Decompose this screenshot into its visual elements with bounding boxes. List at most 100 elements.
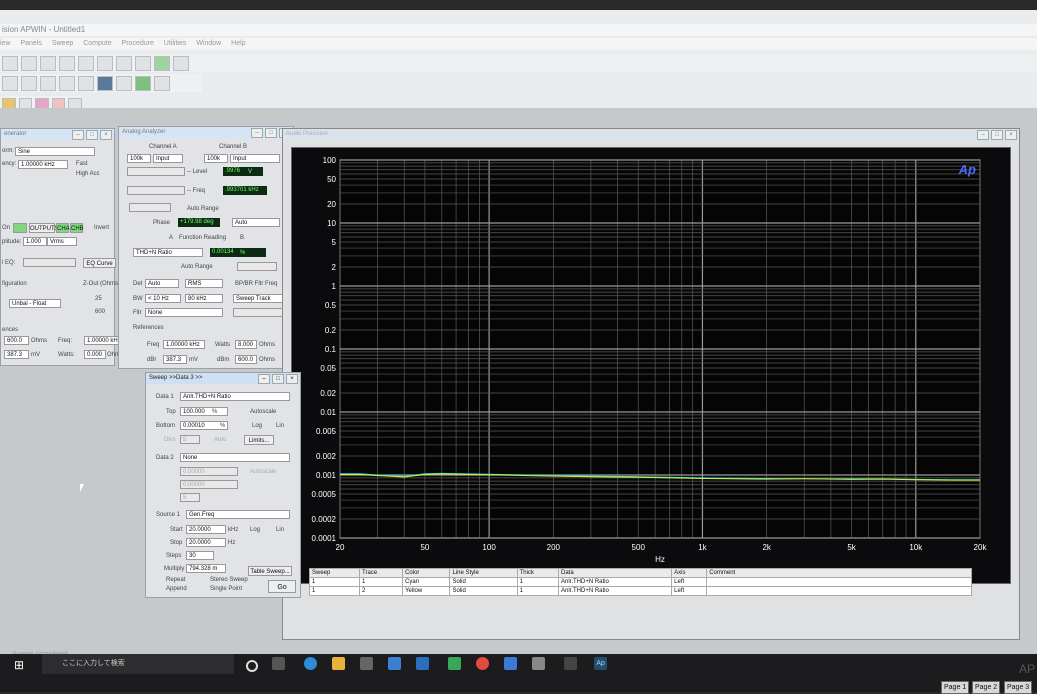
phase-auto-select[interactable]: Auto — [232, 218, 280, 227]
ie-icon[interactable] — [388, 657, 401, 670]
menu-view[interactable]: iew — [0, 40, 11, 47]
highacc-radio[interactable]: High Acc — [76, 171, 100, 177]
sweep-log-radio[interactable]: Log — [250, 527, 260, 533]
amplitude-unit[interactable]: Vrms — [47, 237, 77, 246]
taskbar-search-input[interactable]: ここに入力して検索 — [42, 654, 234, 674]
phase-unit-select[interactable] — [129, 203, 171, 212]
start-input[interactable]: 20.0000 — [186, 525, 226, 534]
plugin-icon[interactable] — [564, 657, 577, 670]
menu-help[interactable]: Help — [231, 40, 245, 47]
minimize-icon[interactable]: – — [72, 130, 84, 140]
cha-input-select[interactable]: Input — [153, 154, 183, 163]
top2-input[interactable]: 0.00000 — [180, 467, 238, 476]
toolbar-doc-icon[interactable] — [173, 55, 189, 71]
toolbar-copy-icon[interactable] — [116, 55, 132, 71]
legend-cell[interactable] — [706, 586, 972, 596]
ref-mv-input[interactable]: 387.3 — [4, 350, 29, 359]
log-radio[interactable]: Log — [252, 423, 262, 429]
data1-select[interactable]: Anlr.THD+N Ratio — [180, 392, 290, 401]
menu-window[interactable]: Window — [196, 40, 221, 47]
limits-button[interactable]: Limits... — [244, 435, 274, 445]
amplitude-input[interactable]: 1.000 — [23, 237, 47, 246]
repeat-checkbox[interactable]: Repeat — [166, 577, 185, 583]
reading-a-radio[interactable]: A — [169, 235, 173, 241]
function-select[interactable]: THD+N Ratio — [133, 248, 203, 257]
detector-select[interactable]: Auto — [145, 279, 179, 288]
menu-panels[interactable]: Panels — [20, 40, 41, 47]
eq-curve-button[interactable]: EQ Curve — [83, 258, 116, 268]
toolbar-undo-icon[interactable] — [78, 55, 94, 71]
toolbar-list-icon[interactable] — [2, 75, 18, 91]
autorange-checkbox[interactable]: Auto Range — [187, 206, 219, 212]
chb-button[interactable]: CHB — [70, 223, 84, 233]
close-icon[interactable]: × — [100, 130, 112, 140]
menu-procedure[interactable]: Procedure — [122, 40, 154, 47]
autorange2-select[interactable] — [237, 262, 277, 271]
table-sweep-button[interactable]: Table Sweep... — [248, 566, 292, 576]
maximize-icon[interactable]: □ — [86, 130, 98, 140]
file-explorer-icon[interactable] — [332, 657, 345, 670]
toolbar-graph-icon[interactable] — [97, 75, 113, 91]
lin-radio[interactable]: Lin — [276, 423, 284, 429]
toolbar-green-icon[interactable] — [154, 55, 170, 71]
zout-25-radio[interactable]: 25 — [95, 296, 102, 302]
toolbar-meter-icon[interactable] — [40, 75, 56, 91]
zout-600-radio[interactable]: 600 — [95, 309, 105, 315]
data2-select[interactable]: None — [180, 453, 290, 462]
task-view-icon[interactable] — [272, 657, 285, 670]
menu-utilities[interactable]: Utilities — [164, 40, 187, 47]
cha-freq-unit-select[interactable] — [127, 186, 185, 195]
toolbar-filter-icon[interactable] — [21, 75, 37, 91]
cha-button[interactable]: CHA — [56, 223, 70, 233]
excel-icon[interactable] — [448, 657, 461, 670]
bottom2-input[interactable]: 0.00000 — [180, 480, 238, 489]
divs-input[interactable]: 5 — [180, 435, 200, 444]
legend-cell[interactable] — [706, 577, 972, 587]
outlook-icon[interactable] — [504, 657, 517, 670]
bw-low-select[interactable]: < 10 Hz — [145, 294, 181, 303]
ref-ohms-input[interactable]: 600.0 — [4, 336, 29, 345]
go-button[interactable]: Go — [268, 580, 296, 593]
autorange2-checkbox[interactable]: Auto Range — [181, 264, 213, 270]
cha-level-unit-select[interactable] — [127, 167, 185, 176]
store-icon[interactable] — [360, 657, 373, 670]
outputs-button[interactable]: OUTPUTS — [29, 223, 59, 233]
apwin-icon[interactable]: Ap — [594, 657, 607, 670]
sweep-track-select[interactable]: Sweep Track — [233, 294, 283, 303]
divs2-input[interactable]: 5 — [180, 493, 200, 502]
page-1-tab[interactable]: Page 1 — [941, 681, 970, 694]
toolbar-cut-icon[interactable] — [97, 55, 113, 71]
toolbar-paste-icon[interactable] — [135, 55, 151, 71]
steps-input[interactable]: 30 — [186, 551, 214, 560]
legend-cell[interactable]: Solid — [449, 586, 518, 596]
toolbar-gen-icon[interactable] — [2, 55, 18, 71]
cha-range-select[interactable]: 100k — [127, 154, 151, 163]
waveform-select[interactable]: Sine — [15, 147, 95, 156]
legend-cell[interactable]: Left — [671, 586, 708, 596]
cortana-icon[interactable] — [246, 660, 258, 672]
toolbar-arrow-icon[interactable] — [59, 75, 75, 91]
configuration-select[interactable]: Unbal - Float — [9, 299, 61, 308]
filter-freq-input[interactable] — [233, 308, 283, 317]
bw-high-select[interactable]: 80 kHz — [185, 294, 223, 303]
autoscale2-checkbox[interactable]: Autoscale — [250, 469, 276, 475]
mail-icon[interactable] — [416, 657, 429, 670]
windows-start-icon[interactable]: ⊞ — [14, 658, 27, 672]
app-icon[interactable] — [532, 657, 545, 670]
minimize-icon[interactable]: – — [977, 130, 989, 140]
watts-input[interactable]: 8.000 — [235, 340, 257, 349]
legend-cell[interactable]: 1 — [516, 586, 559, 596]
watts-input[interactable]: 0.000 — [84, 350, 106, 359]
toolbar-table-icon[interactable] — [116, 75, 132, 91]
legend-cell[interactable]: Left — [671, 577, 708, 587]
append-checkbox[interactable]: Append — [166, 586, 187, 592]
stereo-sweep-checkbox[interactable]: Stereo Sweep — [210, 577, 248, 583]
top-input[interactable]: 100.000 — [180, 407, 228, 416]
auto-checkbox[interactable]: Auto — [214, 437, 226, 443]
legend-cell[interactable]: 1 — [516, 577, 559, 587]
toolbar-play-icon[interactable] — [78, 75, 94, 91]
toolbar-open-icon[interactable] — [21, 55, 37, 71]
fast-radio[interactable]: Fast — [76, 161, 88, 167]
maximize-icon[interactable]: □ — [991, 130, 1003, 140]
rms-select[interactable]: RMS — [185, 279, 223, 288]
